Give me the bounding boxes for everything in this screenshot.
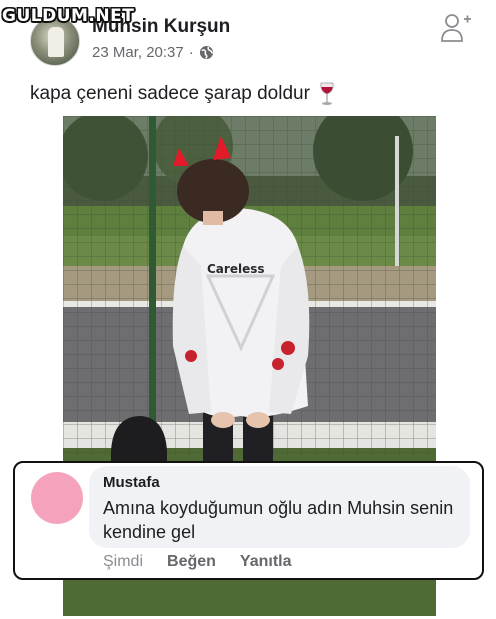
globe-icon	[199, 45, 213, 60]
reply-button[interactable]: Yanıtla	[240, 553, 292, 571]
commenter-avatar[interactable]	[31, 472, 83, 524]
wine-glass-icon	[320, 82, 334, 105]
comment-text: Amına koyduğumun oğlu adın Muhsin senin …	[103, 498, 454, 542]
add-friend-icon[interactable]	[440, 12, 472, 44]
like-button[interactable]: Beğen	[167, 553, 216, 571]
watermark-logo: GULDUM.NET	[2, 6, 135, 26]
post-timestamp[interactable]: 23 Mar, 20:37	[92, 44, 184, 61]
comment-time: Şimdi	[103, 553, 144, 570]
comment-bubble: Mustafa Amına koyduğumun oğlu adın Muhsi…	[89, 466, 470, 548]
comment-actions: Şimdi Beğen Yanıtla	[103, 553, 292, 571]
post-caption: kapa çeneni sadece şarap doldur	[30, 82, 336, 106]
post-text: kapa çeneni sadece şarap doldur	[30, 83, 310, 104]
meta-separator: ·	[188, 44, 194, 61]
shirt-print-text: Careless	[207, 262, 265, 276]
comment-card: Mustafa Amına koyduğumun oğlu adın Muhsi…	[13, 461, 484, 580]
commenter-name[interactable]: Mustafa	[103, 474, 160, 491]
post-meta: 23 Mar, 20:37 ·	[92, 44, 214, 61]
